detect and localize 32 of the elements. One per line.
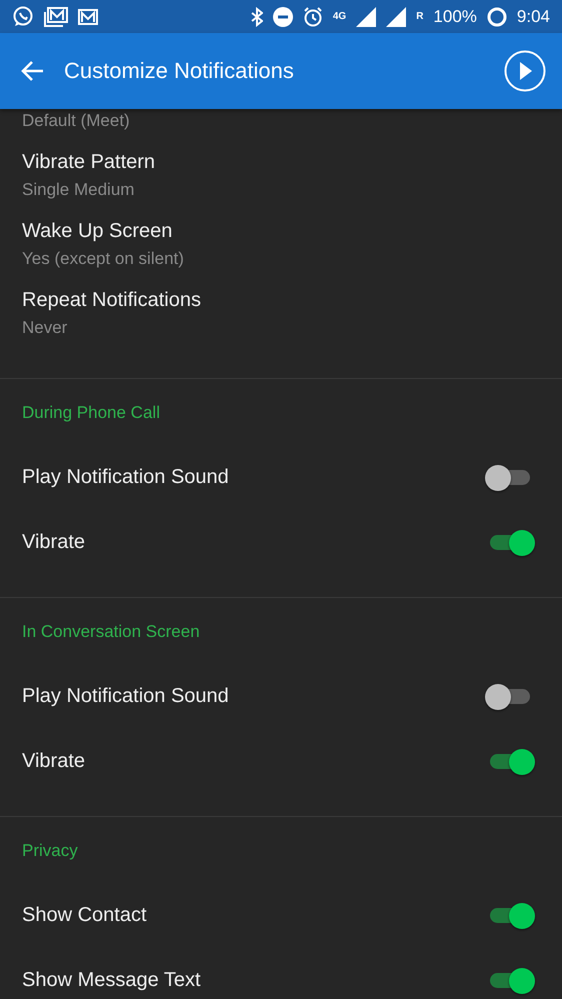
preference-value: Never (22, 318, 68, 338)
preference-title[interactable]: Vibrate Pattern (22, 151, 540, 174)
section-header: Privacy (21, 840, 79, 862)
setting-label: Show Message Text (22, 969, 202, 992)
signal-icon (356, 6, 376, 26)
chat-icon (12, 6, 34, 28)
bluetooth-icon (250, 6, 263, 26)
back-arrow-icon[interactable] (20, 60, 44, 82)
section-header: In Conversation Screen (21, 621, 201, 643)
setting-label: Play Notification Sound (22, 685, 230, 708)
preference-title[interactable]: Wake Up Screen (22, 220, 540, 243)
setting-label: Vibrate (22, 531, 86, 554)
setting-label: Play Notification Sound (22, 466, 230, 489)
clock: 9:04 (516, 6, 550, 26)
mail-icon (44, 6, 68, 26)
battery-level: 100% (433, 6, 477, 26)
alarm-icon (302, 6, 323, 26)
preference-value: Single Medium (22, 180, 136, 200)
setting-label: Vibrate (22, 750, 86, 773)
preference-title[interactable]: Repeat Notifications (22, 289, 540, 312)
preference-value: Yes (except on silent) (22, 249, 185, 269)
ring-icon (486, 6, 507, 26)
setting-label: Show Contact (22, 904, 148, 927)
mail-icon (78, 8, 98, 24)
section-header: During Phone Call (21, 402, 161, 424)
roaming-indicator: R (416, 11, 424, 22)
preference-value: Default (Meet) (22, 111, 131, 131)
do-not-disturb-icon (272, 6, 293, 26)
screen-title: Customize Notifications (64, 58, 295, 84)
play-icon[interactable] (504, 50, 546, 92)
network-type: 4G (332, 11, 346, 22)
signal-icon (386, 6, 406, 26)
